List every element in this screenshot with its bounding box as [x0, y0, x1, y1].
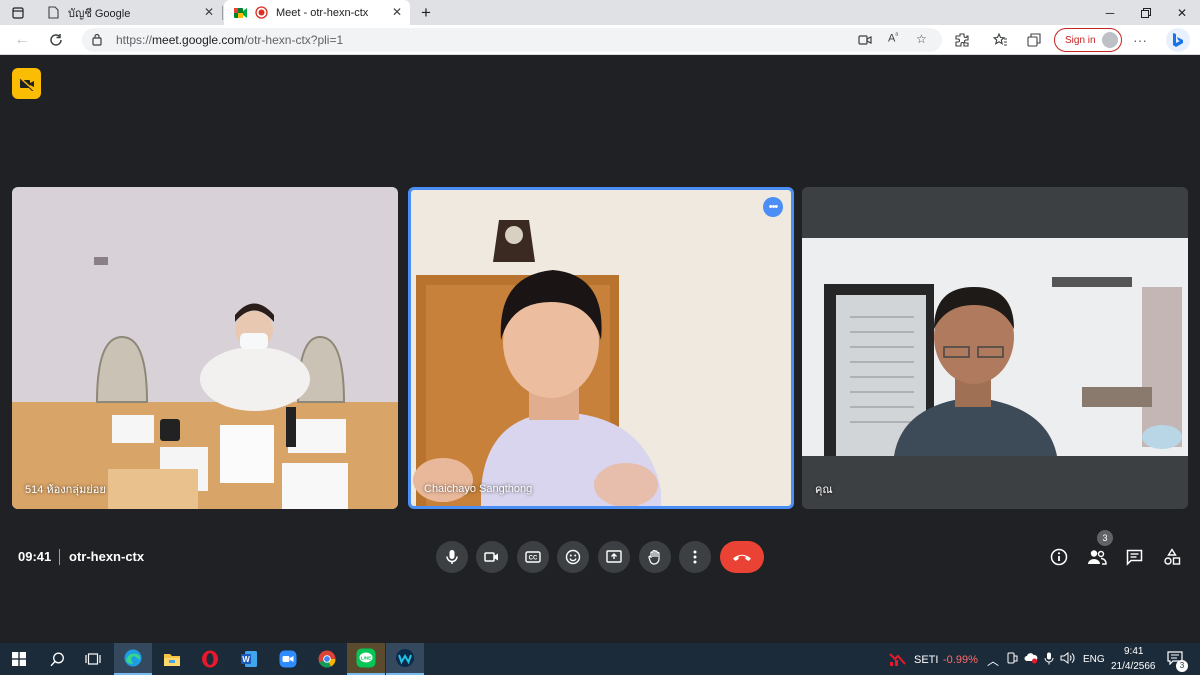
camera-permission-icon[interactable]	[858, 33, 872, 51]
stock-chart-icon[interactable]	[886, 643, 910, 675]
meeting-clock: 09:41	[18, 549, 52, 564]
raise-hand-button[interactable]	[639, 541, 671, 573]
url-scheme: https://	[116, 33, 153, 47]
present-screen-icon	[606, 550, 622, 563]
raise-hand-icon	[648, 549, 660, 565]
refresh-icon[interactable]	[46, 30, 66, 50]
close-icon[interactable]: ✕	[204, 5, 214, 19]
sign-in-label: Sign in	[1065, 34, 1096, 46]
edge-browser-icon[interactable]	[114, 643, 152, 675]
taskbar-date[interactable]: 21/4/2566	[1111, 661, 1156, 672]
meeting-code: otr-hexn-ctx	[69, 549, 145, 564]
divider	[59, 549, 60, 565]
more-options-icon[interactable]: ···	[1130, 30, 1150, 50]
tab-divider	[222, 6, 223, 20]
meet-stage: 514 ห้องกลุ่มย่อย ••• Chaichayo Sangthon…	[0, 56, 1200, 643]
emoji-icon	[565, 549, 581, 565]
more-options-icon[interactable]: •••	[763, 197, 783, 217]
line-app-icon[interactable]: LINE	[347, 643, 385, 675]
extensions-icon[interactable]	[952, 30, 972, 50]
volume-icon[interactable]	[1060, 652, 1076, 667]
captions-button[interactable]: CC	[517, 541, 549, 573]
more-options-button[interactable]	[679, 541, 711, 573]
stock-ticker: SETI	[914, 654, 939, 666]
maximize-icon[interactable]	[1128, 0, 1164, 25]
tab-google-account[interactable]: บัญชี Google ✕	[36, 0, 222, 25]
address-bar[interactable]: https://meet.google.com/otr-hexn-ctx?pli…	[82, 28, 942, 52]
svg-text:W: W	[242, 655, 250, 664]
microphone-tray-icon[interactable]	[1044, 652, 1054, 668]
activities-icon[interactable]	[1160, 545, 1184, 569]
participant-name: คุณ	[815, 484, 833, 496]
zoom-icon[interactable]	[269, 643, 307, 675]
video-camera-icon	[484, 552, 498, 562]
svg-text:CC: CC	[529, 556, 538, 562]
profile-avatar-icon	[1102, 32, 1118, 48]
google-meet-icon	[234, 6, 248, 20]
back-icon[interactable]: ←	[12, 30, 32, 50]
participant-name: Chaichayo Sangthong	[424, 483, 533, 495]
camera-off-icon[interactable]	[12, 68, 41, 99]
captions-icon: CC	[525, 551, 541, 563]
chat-icon[interactable]	[1122, 545, 1146, 569]
tab-meet[interactable]: Meet - otr-hexn-ctx ✕	[224, 0, 410, 25]
meeting-details-icon[interactable]	[1047, 545, 1071, 569]
url-path: /otr-hexn-ctx?pli=1	[244, 33, 344, 47]
address-toolbar: ← https://meet.google.com/otr-hexn-ctx?p…	[0, 25, 1200, 55]
browser-tab-strip: บัญชี Google ✕ Meet - otr-hexn-ctx ✕ + ─…	[0, 0, 1200, 25]
opera-icon[interactable]	[191, 643, 229, 675]
cloud-sync-icon[interactable]	[1024, 652, 1038, 667]
participant-video	[802, 187, 1188, 509]
word-icon[interactable]: W	[230, 643, 268, 675]
present-screen-button[interactable]	[598, 541, 630, 573]
tab-title: Meet - otr-hexn-ctx	[276, 6, 369, 19]
file-explorer-icon[interactable]	[153, 643, 191, 675]
participant-video	[411, 190, 791, 506]
window-close-icon[interactable]: ✕	[1164, 0, 1200, 25]
collections-icon[interactable]	[1024, 30, 1044, 50]
notification-count-badge: 3	[1176, 660, 1188, 672]
svg-text:LINE: LINE	[361, 656, 371, 661]
recording-icon	[254, 6, 268, 20]
tab-actions-icon[interactable]	[0, 0, 36, 25]
device-icon[interactable]	[1007, 652, 1018, 667]
more-vertical-icon	[693, 550, 697, 564]
task-view-icon[interactable]	[74, 643, 112, 675]
participant-video	[12, 187, 398, 509]
lock-icon[interactable]	[92, 33, 102, 51]
new-tab-icon[interactable]: +	[408, 0, 444, 25]
tab-title: บัญชี Google	[68, 7, 131, 20]
minimize-icon[interactable]: ─	[1092, 0, 1128, 25]
video-tile-active-speaker[interactable]: ••• Chaichayo Sangthong	[408, 187, 794, 509]
show-hidden-icons-icon[interactable]: ︿	[987, 652, 999, 669]
read-aloud-icon[interactable]: Aᵃ	[888, 32, 898, 45]
stock-change: -0.99%	[943, 654, 978, 666]
input-language[interactable]: ENG	[1083, 654, 1105, 665]
hang-up-icon	[733, 554, 751, 561]
people-icon[interactable]	[1085, 545, 1109, 569]
microphone-icon	[446, 550, 458, 564]
bing-icon[interactable]	[1166, 28, 1190, 52]
participant-count-badge: 3	[1097, 530, 1113, 546]
webex-icon[interactable]	[386, 643, 424, 675]
search-icon[interactable]	[38, 643, 76, 675]
url-host: meet.google.com	[152, 33, 245, 47]
document-icon	[46, 6, 60, 20]
taskbar-time[interactable]: 9:41	[1124, 646, 1143, 657]
reactions-button[interactable]	[557, 541, 589, 573]
windows-taskbar: W LINE SETI -0.99% ︿ ENG 9:41 21/4/2566 …	[0, 643, 1200, 675]
windows-start-icon[interactable]	[0, 643, 38, 675]
chrome-icon[interactable]	[308, 643, 346, 675]
favorites-icon[interactable]	[990, 30, 1010, 50]
add-favorite-icon[interactable]: ☆	[916, 32, 927, 46]
url-text: https://meet.google.com/otr-hexn-ctx?pli…	[116, 33, 343, 47]
video-tile[interactable]: คุณ	[802, 187, 1188, 509]
microphone-button[interactable]	[436, 541, 468, 573]
close-icon[interactable]: ✕	[392, 5, 402, 19]
video-tile[interactable]: 514 ห้องกลุ่มย่อย	[12, 187, 398, 509]
leave-call-button[interactable]	[720, 541, 764, 573]
camera-button[interactable]	[476, 541, 508, 573]
sign-in-button[interactable]: Sign in	[1054, 28, 1122, 52]
participant-name: 514 ห้องกลุ่มย่อย	[25, 484, 106, 496]
